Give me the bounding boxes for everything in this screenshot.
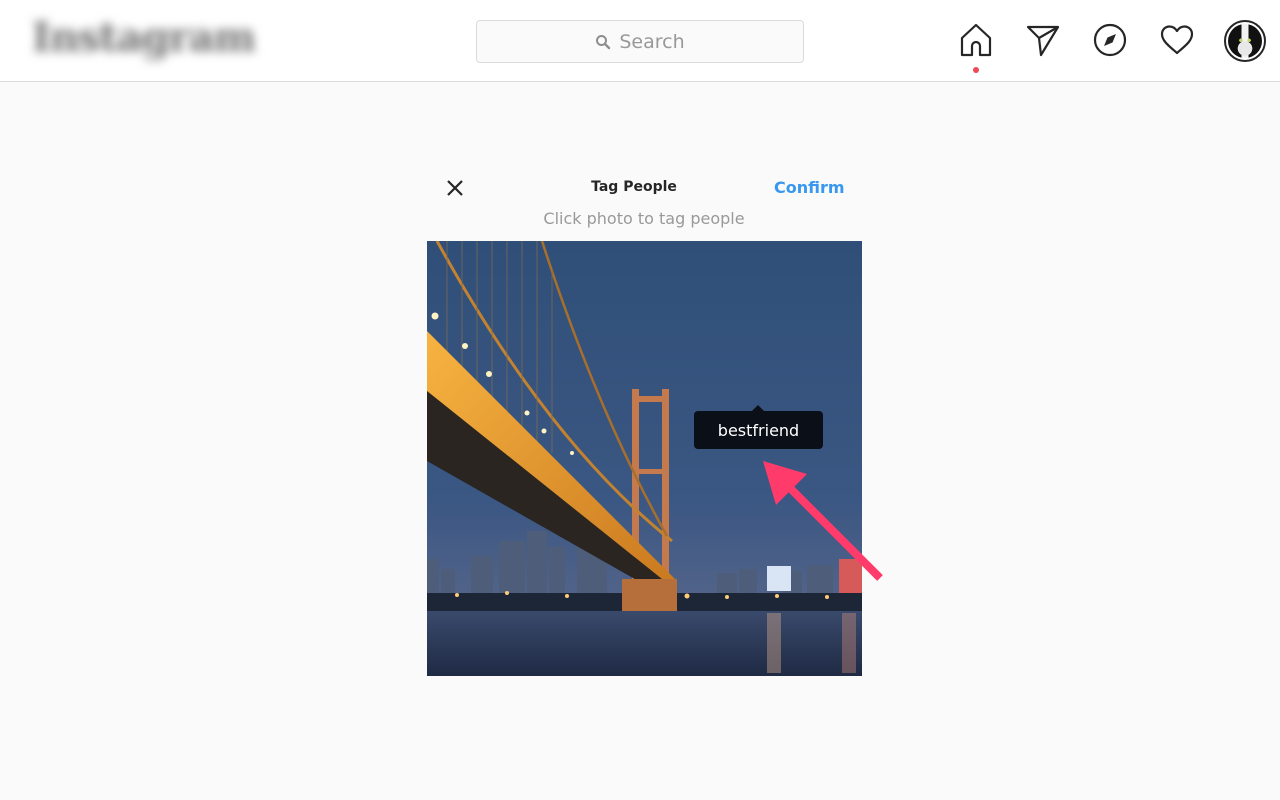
search-input[interactable]: Search bbox=[476, 20, 804, 63]
paper-plane-icon bbox=[1026, 25, 1060, 57]
profile-avatar-button[interactable] bbox=[1224, 20, 1266, 62]
close-button[interactable] bbox=[443, 176, 467, 200]
active-indicator-dot bbox=[973, 67, 979, 73]
nav-home-button[interactable] bbox=[956, 20, 996, 60]
photo-tag-area[interactable] bbox=[427, 241, 862, 676]
dialog-title: Tag People bbox=[591, 179, 677, 195]
compass-icon bbox=[1093, 23, 1127, 57]
nav-direct-button[interactable] bbox=[1023, 20, 1063, 60]
top-navigation-bar: Instagram Search bbox=[0, 0, 1280, 82]
search-icon bbox=[596, 34, 611, 49]
home-icon bbox=[960, 23, 992, 57]
search-placeholder: Search bbox=[619, 30, 685, 53]
close-icon bbox=[447, 180, 463, 196]
avatar bbox=[1228, 24, 1262, 58]
heart-icon bbox=[1160, 25, 1194, 55]
nav-activity-button[interactable] bbox=[1157, 20, 1197, 60]
confirm-button[interactable]: Confirm bbox=[774, 178, 845, 197]
user-tag-bestfriend[interactable]: bestfriend bbox=[694, 405, 823, 449]
instagram-logo[interactable]: Instagram bbox=[32, 14, 256, 61]
nav-explore-button[interactable] bbox=[1090, 20, 1130, 60]
bridge-photo bbox=[427, 241, 862, 676]
tag-hint-text: Click photo to tag people bbox=[543, 209, 745, 228]
